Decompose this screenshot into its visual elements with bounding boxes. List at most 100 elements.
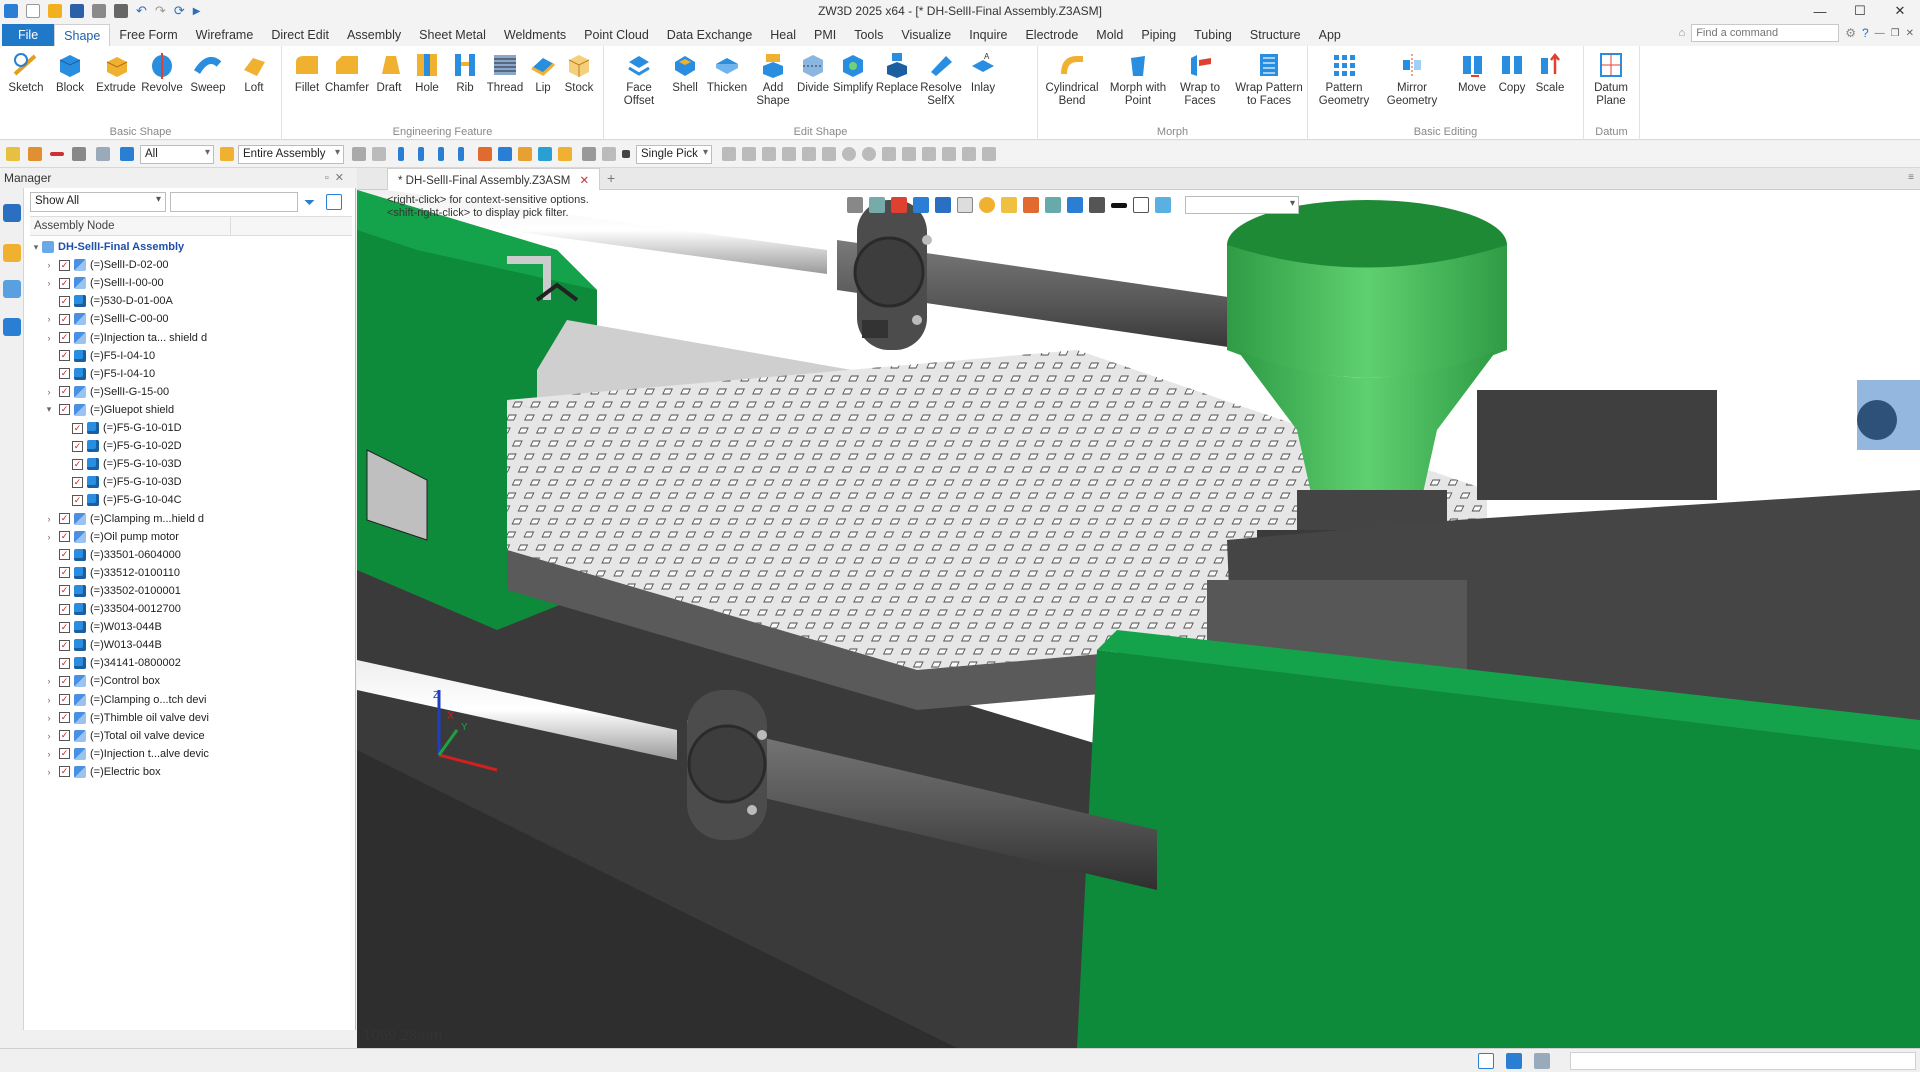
tree-settings-icon[interactable] — [326, 194, 342, 210]
cylindrical-bend-button[interactable]: Cylindrical Bend — [1042, 50, 1102, 108]
sketch-button[interactable]: Sketch — [3, 50, 49, 95]
tool-1-icon[interactable] — [352, 147, 366, 161]
tree-node[interactable]: › ✓ (=)Injection ta... shield d — [30, 329, 352, 347]
pick-circle-2-icon[interactable] — [862, 147, 876, 161]
3d-viewport[interactable]: <right-click> for context-sensitive opti… — [357, 190, 1920, 1048]
pick-tool-10-icon[interactable] — [942, 147, 956, 161]
inlay-button[interactable]: A Inlay — [960, 50, 1006, 95]
visibility-checkbox[interactable]: ✓ — [59, 350, 70, 362]
tabs-overflow-icon[interactable]: ≡ — [1908, 172, 1914, 183]
extrude-button[interactable]: Extrude — [93, 50, 139, 95]
tree-node[interactable]: › ✓ (=)SellI-I-00-00 — [30, 274, 352, 292]
undo-icon[interactable]: ↶ — [136, 3, 147, 19]
regen-icon[interactable]: ⟳ — [174, 3, 185, 19]
view-select[interactable] — [1185, 196, 1299, 214]
expand-toggle-icon[interactable]: › — [43, 532, 55, 542]
expand-toggle-icon[interactable]: › — [43, 514, 55, 524]
tree-node[interactable]: ✓ (=)F5-I-04-10 — [30, 365, 352, 383]
pick-circle-icon[interactable] — [842, 147, 856, 161]
view-zoom-icon[interactable] — [1045, 197, 1061, 213]
visibility-checkbox[interactable]: ✓ — [59, 730, 70, 742]
tool-7-icon[interactable] — [558, 147, 572, 161]
view-bg-icon[interactable] — [1089, 197, 1105, 213]
resolve-selfx-button[interactable]: Resolve SelfX — [918, 50, 964, 108]
tree-root-node[interactable]: ▾ DH-SellI-Final Assembly — [30, 238, 352, 256]
visibility-checkbox[interactable]: ✓ — [59, 585, 70, 597]
status-view-3-icon[interactable] — [1534, 1053, 1550, 1069]
view-box-icon[interactable] — [1133, 197, 1149, 213]
pattern-geometry-button[interactable]: Pattern Geometry — [1314, 50, 1374, 108]
view-section-icon[interactable] — [1001, 197, 1017, 213]
ribbon-minimize-icon[interactable]: — — [1875, 28, 1885, 39]
visibility-checkbox[interactable]: ✓ — [72, 440, 83, 452]
tree-node[interactable]: ✓ (=)W013-044B — [30, 618, 352, 636]
visibility-checkbox[interactable]: ✓ — [59, 603, 70, 615]
tree-node[interactable]: › ✓ (=)SellI-G-15-00 — [30, 383, 352, 401]
app-logo-icon[interactable] — [4, 4, 18, 18]
loft-button[interactable]: Loft — [231, 50, 277, 95]
tool-8-icon[interactable] — [582, 147, 596, 161]
redo-icon[interactable]: ↷ — [155, 3, 166, 19]
visibility-checkbox[interactable]: ✓ — [59, 694, 70, 705]
tab-assembly[interactable]: Assembly — [338, 24, 410, 46]
user-icon[interactable] — [3, 318, 21, 336]
expand-toggle-icon[interactable]: › — [43, 731, 55, 741]
tree-node[interactable]: › ✓ (=)Total oil valve device — [30, 727, 352, 745]
tab-free-form[interactable]: Free Form — [110, 24, 186, 46]
tree-node[interactable]: ✓ (=)F5-I-04-10 — [30, 347, 352, 365]
maximize-button[interactable]: ☐ — [1840, 0, 1880, 22]
close-tab-icon[interactable]: ✕ — [580, 175, 590, 187]
tab-tubing[interactable]: Tubing — [1185, 24, 1241, 46]
tree-node[interactable]: ✓ (=)33501-0604000 — [30, 546, 352, 564]
view-fit-icon[interactable] — [847, 197, 863, 213]
settings-icon[interactable]: ⚙ — [1845, 26, 1856, 40]
tree-node[interactable]: ✓ (=)F5-G-10-04C — [30, 491, 352, 509]
ribbon-restore-icon[interactable]: ❐ — [1891, 28, 1900, 39]
tool-4-icon[interactable] — [498, 147, 512, 161]
filter-funnel-icon[interactable]: ⏷ — [304, 194, 315, 211]
scope-icon[interactable] — [220, 147, 234, 161]
visibility-checkbox[interactable]: ✓ — [59, 404, 70, 416]
view-pen-icon[interactable] — [891, 197, 907, 213]
tree-node[interactable]: › ✓ (=)Electric box — [30, 763, 352, 781]
close-button[interactable]: ✕ — [1880, 0, 1920, 22]
visibility-checkbox[interactable]: ✓ — [59, 531, 70, 543]
color-filter-icon[interactable] — [120, 147, 134, 161]
tree-node[interactable]: ✓ (=)F5-G-10-01D — [30, 419, 352, 437]
visibility-checkbox[interactable]: ✓ — [59, 386, 70, 398]
tree-node[interactable]: › ✓ (=)Thimble oil valve devi — [30, 709, 352, 727]
visibility-checkbox[interactable]: ✓ — [59, 259, 70, 271]
replace-button[interactable]: Replace — [874, 50, 920, 95]
tree-node[interactable]: ✓ (=)33502-0100001 — [30, 582, 352, 600]
visibility-checkbox[interactable]: ✓ — [72, 476, 83, 488]
tool-9-icon[interactable] — [602, 147, 616, 161]
tab-weldments[interactable]: Weldments — [495, 24, 575, 46]
tree-node[interactable]: › ✓ (=)Clamping m...hield d — [30, 510, 352, 528]
pick-tool-9-icon[interactable] — [922, 147, 936, 161]
tool-6-icon[interactable] — [538, 147, 552, 161]
tab-shape[interactable]: Shape — [54, 24, 111, 46]
tab-pmi[interactable]: PMI — [805, 24, 845, 46]
command-search-input[interactable] — [1691, 24, 1840, 42]
tab-inquire[interactable]: Inquire — [960, 24, 1016, 46]
visibility-checkbox[interactable]: ✓ — [59, 657, 70, 669]
tab-file[interactable]: File — [2, 24, 55, 46]
tool-5-icon[interactable] — [518, 147, 532, 161]
visibility-checkbox[interactable]: ✓ — [59, 295, 70, 307]
thicken-button[interactable]: Thicken — [704, 50, 750, 95]
visibility-checkbox[interactable]: ✓ — [59, 513, 70, 524]
shell-button[interactable]: Shell — [662, 50, 708, 95]
tab-wireframe[interactable]: Wireframe — [187, 24, 263, 46]
visibility-checkbox[interactable]: ✓ — [59, 368, 70, 380]
visibility-checkbox[interactable]: ✓ — [59, 332, 70, 343]
run-icon[interactable]: ▶ — [193, 6, 201, 17]
filter-list-icon[interactable] — [72, 147, 86, 161]
expand-toggle-icon[interactable]: › — [43, 260, 55, 270]
move-button[interactable]: Move — [1452, 50, 1492, 95]
tree-node[interactable]: ✓ (=)F5-G-10-03D — [30, 473, 352, 491]
tree-node[interactable]: ✓ (=)33504-0012700 — [30, 600, 352, 618]
tab-piping[interactable]: Piping — [1132, 24, 1185, 46]
tree-node[interactable]: ✓ (=)34141-0800002 — [30, 654, 352, 672]
visibility-checkbox[interactable]: ✓ — [59, 313, 70, 325]
wrap-pattern-to-faces-button[interactable]: Wrap Pattern to Faces — [1234, 50, 1304, 108]
